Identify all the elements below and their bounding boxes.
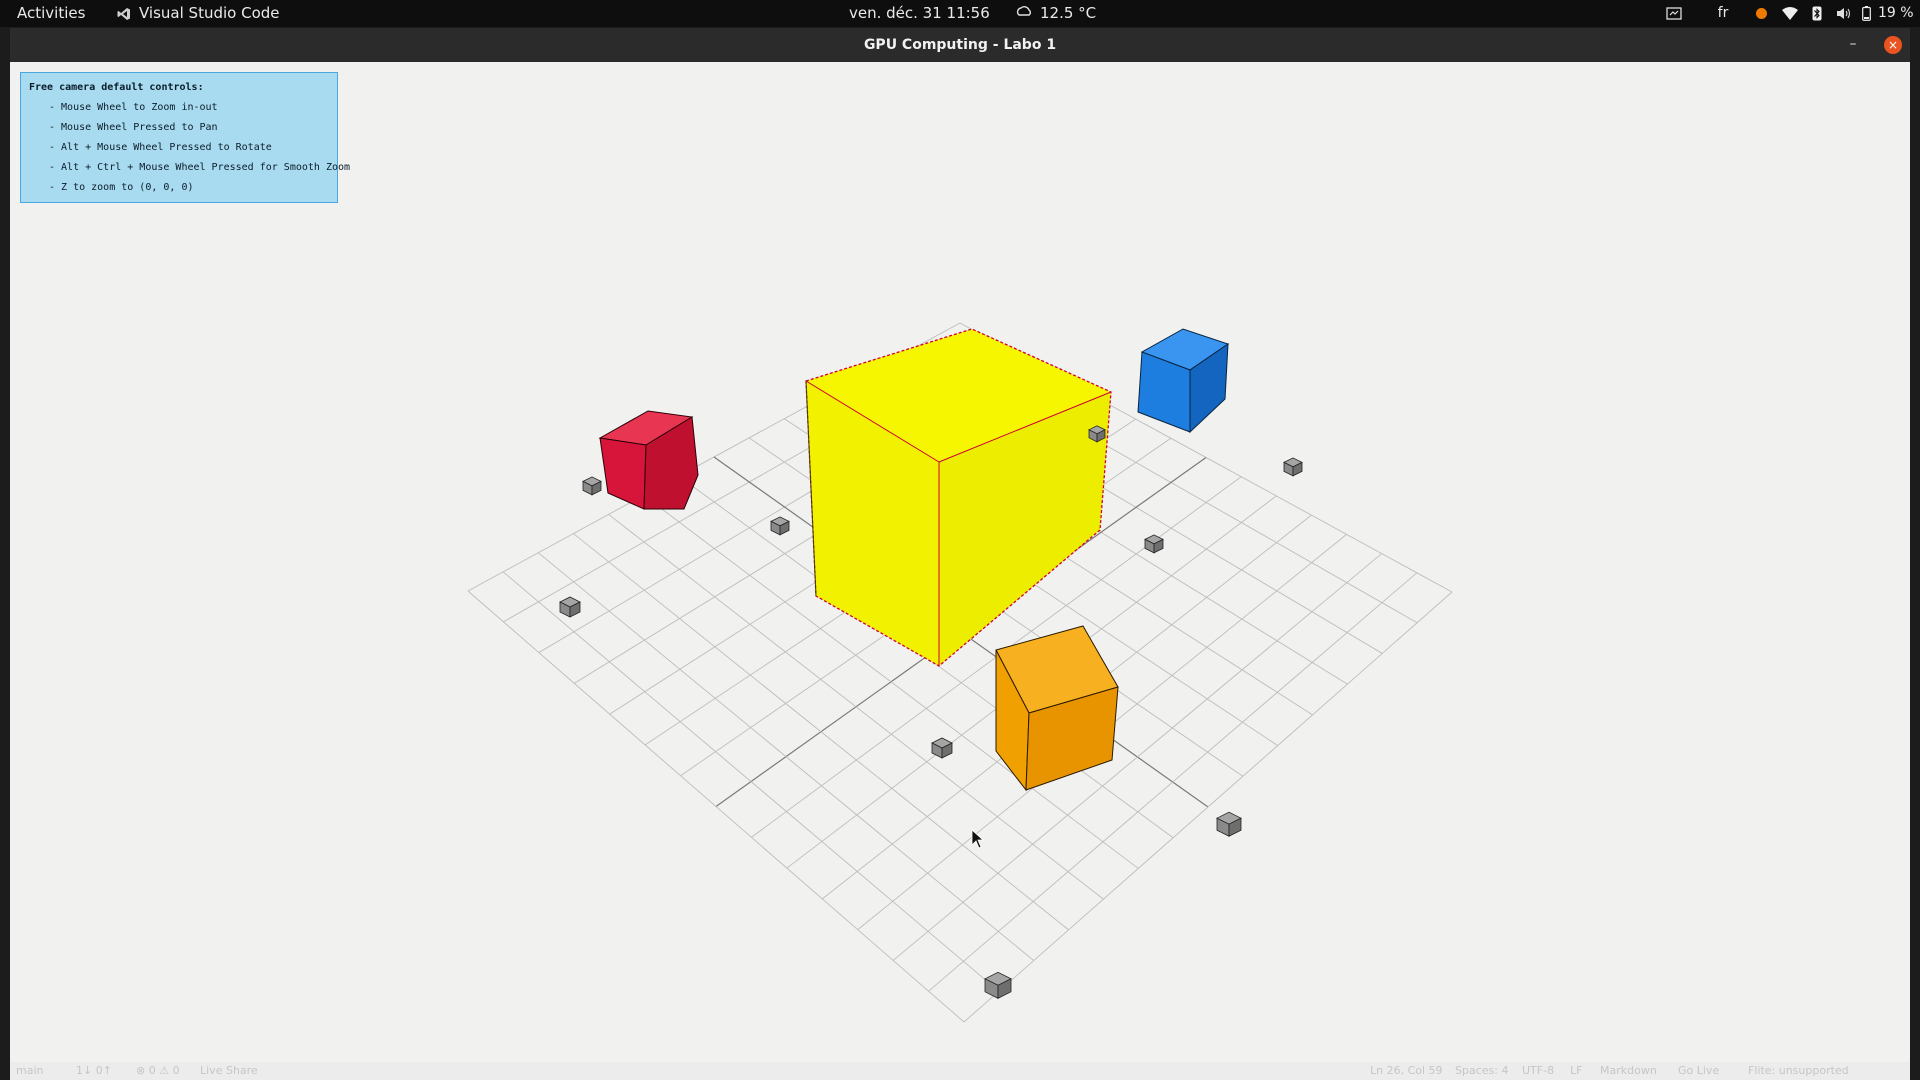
activities-button[interactable]: Activities bbox=[17, 0, 85, 27]
3d-scene[interactable] bbox=[10, 63, 1910, 1063]
problems-indicator[interactable]: ⊗ 0 ⚠ 0 bbox=[136, 1062, 180, 1080]
window-title: GPU Computing - Labo 1 bbox=[863, 37, 1057, 53]
encoding[interactable]: UTF-8 bbox=[1522, 1062, 1554, 1080]
grid-line bbox=[467, 590, 965, 1023]
wifi-icon[interactable] bbox=[1776, 0, 1804, 27]
small-gray-cube[interactable] bbox=[1216, 811, 1242, 837]
small-gray-cube[interactable] bbox=[770, 516, 790, 536]
clock[interactable]: ven. déc. 31 11:56 bbox=[849, 0, 990, 27]
small-gray-cube[interactable] bbox=[984, 971, 1012, 999]
small-gray-cube[interactable] bbox=[559, 596, 581, 618]
bluetooth-icon[interactable] bbox=[1804, 0, 1830, 27]
battery-percent[interactable]: 19 % bbox=[1874, 0, 1920, 27]
blue-cube[interactable] bbox=[1137, 328, 1230, 434]
help-line: - Mouse Wheel to Zoom in-out bbox=[49, 102, 218, 113]
3d-viewport[interactable]: Free camera default controls: - Mouse Wh… bbox=[10, 63, 1910, 1063]
battery-icon[interactable] bbox=[1858, 0, 1874, 27]
volume-icon[interactable] bbox=[1830, 0, 1858, 27]
live-share-button[interactable]: Live Share bbox=[200, 1062, 258, 1080]
help-line: - Mouse Wheel Pressed to Pan bbox=[49, 122, 218, 133]
window-titlebar[interactable]: GPU Computing - Labo 1 – × bbox=[10, 28, 1910, 62]
weather-indicator[interactable]: 12.5 °C bbox=[1016, 0, 1096, 27]
help-line: - Alt + Ctrl + Mouse Wheel Pressed for S… bbox=[49, 162, 351, 173]
small-gray-cube[interactable] bbox=[582, 476, 602, 496]
system-top-bar: Activities Visual Studio Code ven. déc. … bbox=[0, 0, 1920, 27]
close-button[interactable]: × bbox=[1884, 36, 1902, 54]
minimize-button[interactable]: – bbox=[1840, 28, 1866, 62]
grid-line bbox=[928, 572, 1418, 992]
screen-icon[interactable] bbox=[1648, 0, 1700, 27]
indentation[interactable]: Spaces: 4 bbox=[1455, 1062, 1508, 1080]
app-window: GPU Computing - Labo 1 – × Free camera d… bbox=[10, 28, 1910, 1080]
cursor-position[interactable]: Ln 26, Col 59 bbox=[1370, 1062, 1443, 1080]
app-name: Visual Studio Code bbox=[139, 4, 280, 22]
keyboard-layout[interactable]: fr bbox=[1700, 0, 1746, 27]
vscode-status-bar: main 1↓ 0↑ ⊗ 0 ⚠ 0 Live Share Ln 26, Col… bbox=[10, 1062, 1910, 1080]
small-gray-cube[interactable] bbox=[1283, 457, 1303, 477]
red-cube[interactable] bbox=[598, 410, 699, 510]
weather-icon bbox=[1016, 0, 1032, 27]
notification-dot-icon[interactable] bbox=[1746, 0, 1776, 27]
go-live-button[interactable]: Go Live bbox=[1678, 1062, 1719, 1080]
small-gray-cube[interactable] bbox=[1088, 425, 1106, 443]
small-gray-cube[interactable] bbox=[1144, 534, 1164, 554]
yellow-cube[interactable] bbox=[805, 328, 1112, 667]
camera-controls-help: Free camera default controls: - Mouse Wh… bbox=[20, 72, 351, 203]
end-of-line[interactable]: LF bbox=[1570, 1062, 1582, 1080]
git-sync[interactable]: 1↓ 0↑ bbox=[76, 1062, 112, 1080]
app-menu[interactable]: Visual Studio Code bbox=[117, 0, 280, 27]
help-line: - Alt + Mouse Wheel Pressed to Rotate bbox=[49, 142, 272, 153]
orange-cube[interactable] bbox=[995, 625, 1119, 792]
help-line: - Z to zoom to (0, 0, 0) bbox=[49, 182, 194, 193]
language-mode[interactable]: Markdown bbox=[1600, 1062, 1657, 1080]
help-title: Free camera default controls: bbox=[29, 82, 204, 93]
git-branch[interactable]: main bbox=[16, 1062, 43, 1080]
vscode-icon bbox=[117, 7, 131, 21]
linter-status[interactable]: Flite: unsupported bbox=[1748, 1062, 1849, 1080]
system-tray: fr 19 % bbox=[1648, 0, 1920, 27]
weather-temperature: 12.5 °C bbox=[1040, 4, 1097, 22]
